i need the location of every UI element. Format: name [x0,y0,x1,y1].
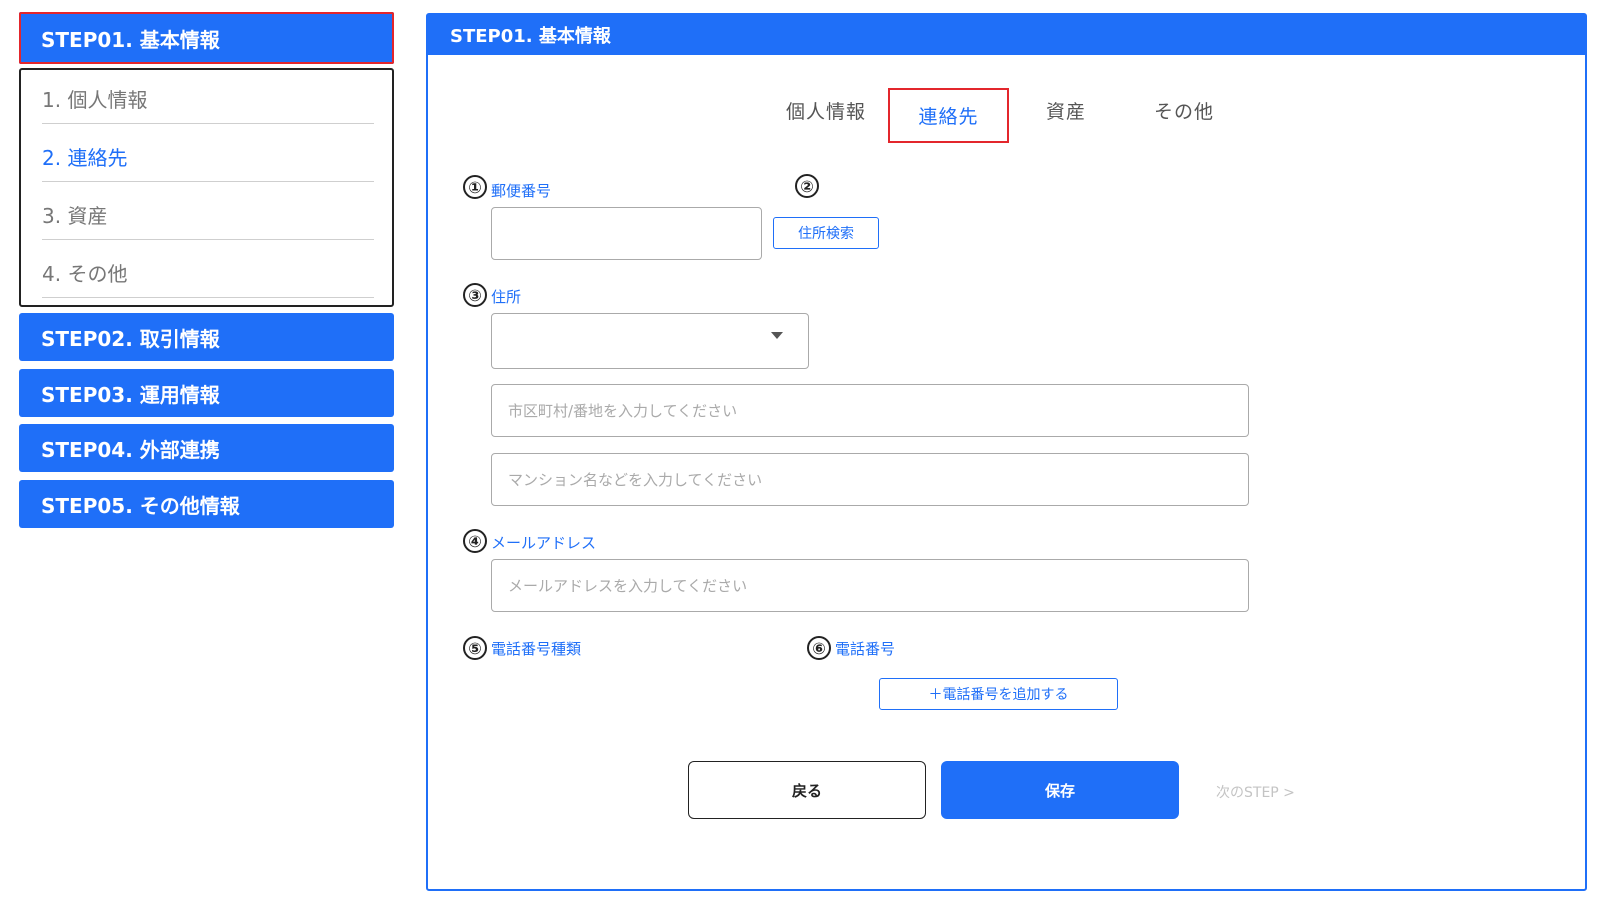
phone-type-label: 電話番号種類 [491,640,582,658]
submenu-item-contact[interactable]: 2. 連絡先 [42,132,374,182]
step-01-label: STEP01. 基本情報 [41,27,220,52]
panel-header: STEP01. 基本情報 [428,15,1585,55]
step-05-label: STEP05. その他情報 [41,493,240,518]
step-05-button[interactable]: STEP05. その他情報 [19,480,394,528]
email-input[interactable]: メールアドレスを入力してください [491,559,1249,612]
back-label: 戻る [791,781,822,800]
tab-label: 資産 [1046,101,1087,123]
postal-code-label: 郵便番号 [491,182,552,200]
building-name-input[interactable]: マンション名などを入力してください [491,453,1249,506]
marker-2: ② [795,174,819,198]
submenu-item-assets[interactable]: 3. 資産 [42,190,374,240]
submenu-item-personal-info[interactable]: 1. 個人情報 [42,74,374,124]
prefecture-select[interactable] [491,313,809,369]
submenu-item-label: 4. その他 [42,262,128,286]
building-name-placeholder: マンション名などを入力してください [508,471,763,489]
city-address-input[interactable]: 市区町村/番地を入力してください [491,384,1249,437]
step-03-button[interactable]: STEP03. 運用情報 [19,369,394,417]
tab-assets[interactable]: 資産 [1046,97,1086,124]
email-label: メールアドレス [491,534,597,552]
marker-5: ⑤ [463,636,487,660]
submenu-item-label: 2. 連絡先 [42,146,128,170]
address-search-button[interactable]: 住所検索 [773,217,879,249]
back-button[interactable]: 戻る [688,761,926,819]
address-label: 住所 [491,288,522,306]
add-phone-label: ＋電話番号を追加する [928,687,1069,703]
postal-code-input[interactable] [491,207,762,260]
add-phone-button[interactable]: ＋電話番号を追加する [879,678,1118,710]
tab-contact[interactable]: 連絡先 [888,88,1009,143]
step-04-label: STEP04. 外部連携 [41,437,220,462]
submenu-item-other[interactable]: 4. その他 [42,248,374,298]
tab-label: その他 [1154,101,1215,123]
marker-1: ① [463,175,487,199]
chevron-down-icon [771,332,783,339]
submenu-item-label: 3. 資産 [42,204,108,228]
step-02-label: STEP02. 取引情報 [41,326,220,351]
city-address-placeholder: 市区町村/番地を入力してください [508,402,738,420]
marker-3: ③ [463,283,487,307]
step-02-button[interactable]: STEP02. 取引情報 [19,313,394,361]
submenu-item-label: 1. 個人情報 [42,88,148,112]
next-step-link[interactable]: 次のSTEP > [1216,782,1295,802]
panel-title: STEP01. 基本情報 [450,26,611,47]
main-panel: STEP01. 基本情報 [426,13,1587,891]
step-03-label: STEP03. 運用情報 [41,382,220,407]
address-search-label: 住所検索 [798,226,854,242]
phone-number-label: 電話番号 [835,640,896,658]
step-04-button[interactable]: STEP04. 外部連携 [19,424,394,472]
save-label: 保存 [1044,781,1075,800]
email-placeholder: メールアドレスを入力してください [508,577,748,595]
save-button[interactable]: 保存 [941,761,1179,819]
tab-personal-info[interactable]: 個人情報 [786,97,866,124]
step-01-submenu: 1. 個人情報 2. 連絡先 3. 資産 4. その他 [19,68,394,307]
marker-4: ④ [463,529,487,553]
marker-6: ⑥ [807,636,831,660]
step-01-button[interactable]: STEP01. 基本情報 [19,12,394,64]
tab-other[interactable]: その他 [1154,97,1214,124]
tab-label: 個人情報 [786,101,867,123]
tab-label: 連絡先 [918,106,979,128]
